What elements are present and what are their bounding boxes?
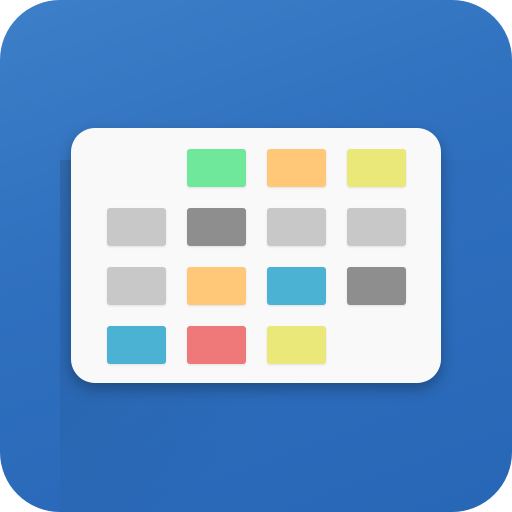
calendar-card — [71, 128, 441, 383]
app-icon-background — [0, 0, 512, 512]
calendar-grid — [107, 149, 406, 364]
cell-light-gray — [347, 208, 406, 246]
cell-light-gray — [107, 208, 166, 246]
cell-empty — [347, 326, 406, 364]
cell-empty — [107, 149, 166, 187]
cell-dark-gray — [187, 208, 246, 246]
cell-light-gray — [267, 208, 326, 246]
cell-orange — [267, 149, 326, 187]
cell-blue — [107, 326, 166, 364]
cell-yellow — [267, 326, 326, 364]
cell-blue — [267, 267, 326, 305]
cell-yellow — [347, 149, 406, 187]
cell-orange — [187, 267, 246, 305]
cell-green — [187, 149, 246, 187]
cell-dark-gray — [347, 267, 406, 305]
cell-red — [187, 326, 246, 364]
cell-light-gray — [107, 267, 166, 305]
